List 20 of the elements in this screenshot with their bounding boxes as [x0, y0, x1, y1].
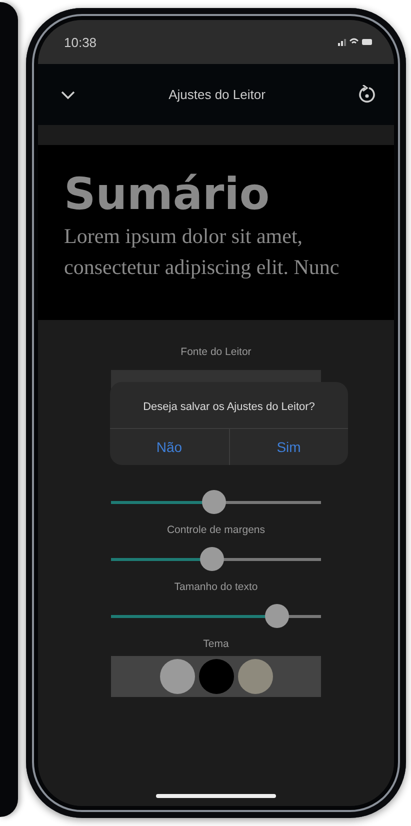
- slider-label: Tamanho do texto: [174, 581, 258, 593]
- preview-heading: Sumário: [64, 171, 271, 220]
- preview-text: Lorem ipsum dolor sit amet, consectetur adipiscing elit. Nunc: [64, 223, 340, 281]
- theme-swatch[interactable]: [198, 659, 234, 694]
- theme-swatch[interactable]: [160, 659, 194, 694]
- chevron-down-icon[interactable]: [60, 90, 76, 100]
- status-icons: [338, 37, 372, 47]
- slider-thumb[interactable]: [200, 547, 224, 571]
- theme-label: Tema: [203, 638, 229, 650]
- slider-thumb[interactable]: [264, 604, 289, 628]
- nav-title: Ajustes do Leitor: [168, 87, 266, 102]
- dialog-button[interactable]: Não: [110, 429, 228, 465]
- dialog-button[interactable]: Sim: [228, 429, 348, 465]
- slider-thumb[interactable]: [202, 490, 226, 514]
- theme-swatch[interactable]: [238, 659, 272, 694]
- dialog-message: Deseja salvar os Ajustes do Leitor?: [142, 400, 316, 415]
- status-time: 10:38: [64, 34, 97, 50]
- font-label: Fonte do Leitor: [180, 346, 252, 358]
- slider-label: Controle de margens: [166, 524, 266, 536]
- reset-icon[interactable]: [358, 84, 376, 104]
